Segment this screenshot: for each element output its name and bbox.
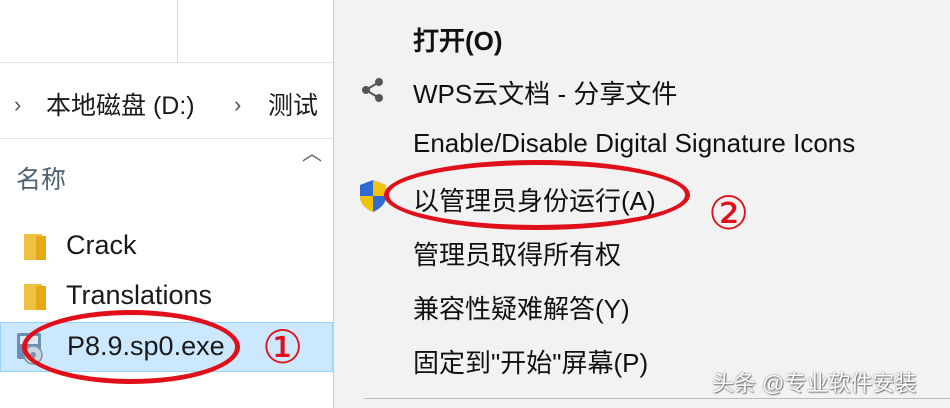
menu-item-label: Enable/Disable Digital Signature Icons [413,128,856,158]
menu-item-wps-share[interactable]: WPS云文档 - 分享文件 [334,64,950,114]
folder-icon [24,234,46,260]
file-name: Translations [66,280,213,310]
menu-item-label: 兼容性疑难解答(Y) [413,294,630,324]
context-menu: 打开(O) WPS云文档 - 分享文件 Enable/Disable Digit… [333,0,950,408]
column-header-name[interactable]: 名称 [16,160,66,196]
menu-item-take-ownership[interactable]: 管理员取得所有权 [334,225,950,275]
file-explorer-pane: › 本地磁盘 (D:) › 测试 ︿ 名称 Crack Translations… [0,0,333,408]
ribbon-area [0,0,333,63]
share-icon [362,78,383,102]
breadcrumb-drive[interactable]: 本地磁盘 (D:) [46,86,195,122]
annotation-oval-step2 [384,160,690,230]
menu-item-digital-signature[interactable]: Enable/Disable Digital Signature Icons [334,118,950,168]
file-name: Crack [66,230,137,260]
watermark-text: 头条 @专业软件安装 [712,371,917,396]
file-row-crack[interactable]: Crack [0,222,333,272]
menu-item-open[interactable]: 打开(O) [334,11,950,61]
menu-item-label: 管理员取得所有权 [413,240,622,270]
menu-item-compatibility[interactable]: 兼容性疑难解答(Y) [334,279,950,329]
menu-item-label: 打开(O) [413,26,503,56]
breadcrumb-chevron-icon[interactable]: › [14,92,21,118]
menu-item-label: 固定到"开始"屏幕(P) [413,348,649,378]
menu-item-label: WPS云文档 - 分享文件 [413,79,678,109]
sort-up-icon[interactable]: ︿ [302,137,322,166]
folder-icon [24,284,46,310]
ribbon-divider [177,0,178,62]
menu-separator [364,398,950,399]
breadcrumb-folder[interactable]: 测试 [268,86,318,122]
annotation-oval-step1 [22,310,240,384]
ribbon-bottom-border [0,62,333,63]
annotation-step1-number: ① [262,320,304,374]
annotation-step2-number: ② [708,186,750,240]
breadcrumb-chevron-icon[interactable]: › [234,92,241,118]
